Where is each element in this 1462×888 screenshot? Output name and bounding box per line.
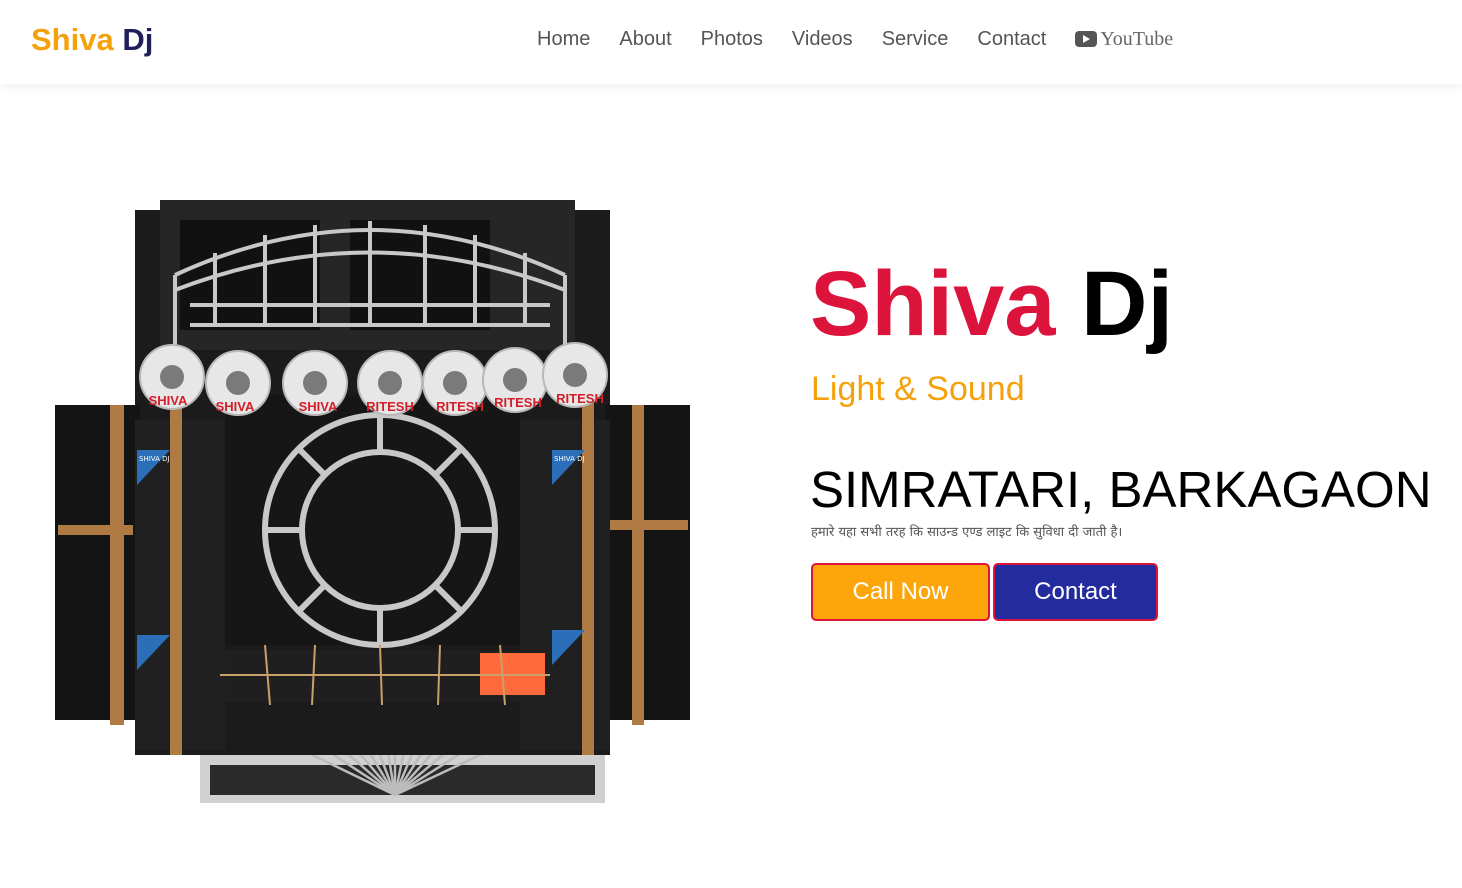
svg-text:SHIVA DJ: SHIVA DJ (139, 455, 170, 463)
nav-youtube-link[interactable]: YouTube (1075, 28, 1173, 51)
svg-text:RITESH: RITESH (556, 391, 604, 406)
nav-videos-link[interactable]: Videos (792, 28, 853, 51)
svg-text:SHIVA: SHIVA (216, 399, 255, 414)
svg-text:RITESH: RITESH (436, 399, 484, 414)
hero-location: SIMRATARI, BARKAGAON (810, 461, 1432, 518)
hero-title-part2: Dj (1081, 253, 1174, 355)
contact-button[interactable]: Contact (993, 563, 1158, 621)
hero-title: Shiva Dj (810, 258, 1173, 350)
svg-text:RITESH: RITESH (494, 395, 542, 410)
brand-logo[interactable]: Shiva Dj (31, 22, 153, 58)
nav-contact-link[interactable]: Contact (977, 28, 1046, 51)
svg-text:SHIVA DJ: SHIVA DJ (554, 455, 585, 463)
dj-setup-image: SHIVA SHIVA SHIVA RITESH RITESH RITESH R… (50, 195, 695, 825)
svg-text:RITESH: RITESH (366, 399, 414, 414)
hero-title-part1: Shiva (810, 253, 1056, 355)
nav-menu: Home About Photos Videos Service Contact… (537, 28, 1173, 51)
youtube-icon (1075, 30, 1098, 47)
brand-name-part1: Shiva (31, 22, 114, 57)
hero-description: हमारे यहा सभी तरह कि साउन्ड एण्ड लाइट कि… (811, 525, 1123, 540)
brand-name-part2: Dj (122, 22, 154, 57)
navbar: Shiva Dj Home About Photos Videos Servic… (0, 0, 1462, 84)
nav-youtube-label: YouTube (1100, 28, 1174, 50)
nav-photos-link[interactable]: Photos (701, 28, 763, 51)
call-now-button[interactable]: Call Now (811, 563, 990, 621)
hero-subtitle: Light & Sound (811, 370, 1025, 408)
svg-text:SHIVA: SHIVA (299, 399, 338, 414)
nav-home-link[interactable]: Home (537, 28, 590, 51)
svg-text:SHIVA: SHIVA (149, 393, 188, 408)
nav-service-link[interactable]: Service (882, 28, 949, 51)
nav-about-link[interactable]: About (619, 28, 671, 51)
